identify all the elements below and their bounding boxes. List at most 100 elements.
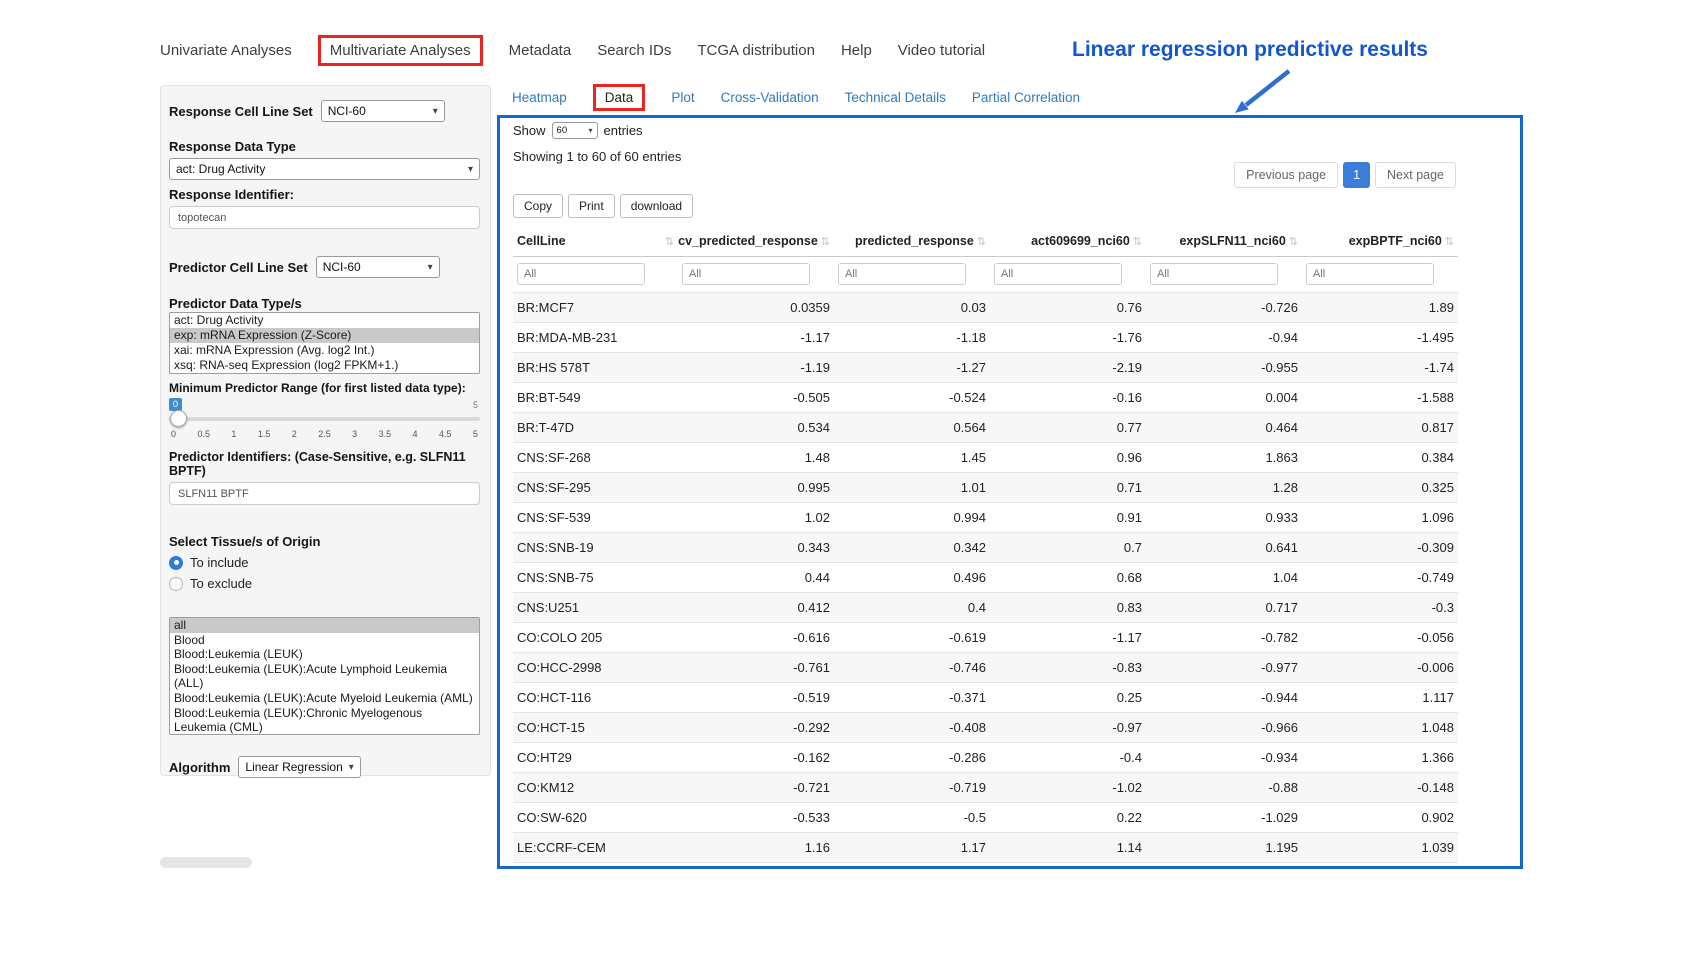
response-cell-line-set-select[interactable]: NCI-60 ▾: [321, 100, 445, 122]
exp-bptf-cell: 0.384: [1302, 443, 1458, 472]
predictor-data-types-list[interactable]: act: Drug Activity exp: mRNA Expression …: [169, 312, 480, 374]
column-header[interactable]: expSLFN11_nci60 ⇅: [1146, 228, 1302, 256]
cell-line-cell: CNS:SF-539: [513, 503, 678, 532]
slider-handle[interactable]: [170, 410, 187, 427]
response-data-type-select[interactable]: act: Drug Activity ▾: [169, 158, 480, 180]
nav-item[interactable]: Video tutorial: [898, 42, 985, 59]
table-row[interactable]: CNS:SF-268 1.48 1.45 0.96 1.863 0.384: [513, 442, 1458, 472]
tissue-list[interactable]: all Blood Blood:Leukemia (LEUK) Blood:Le…: [169, 617, 480, 735]
list-option[interactable]: Blood:Leukemia (LEUK):Chronic Myelogenou…: [170, 706, 479, 735]
tab[interactable]: Plot: [671, 90, 694, 105]
column-header[interactable]: act609699_nci60 ⇅: [990, 228, 1146, 256]
table-row[interactable]: BR:HS 578T -1.19 -1.27 -2.19 -0.955 -1.7…: [513, 352, 1458, 382]
sort-icon[interactable]: ⇅: [1133, 235, 1142, 248]
tab[interactable]: Heatmap: [512, 90, 567, 105]
next-page-button[interactable]: Next page: [1375, 162, 1456, 188]
column-filter-input[interactable]: [838, 263, 966, 285]
copy-button[interactable]: Copy: [513, 194, 563, 218]
slider-track[interactable]: [169, 417, 480, 421]
predictor-cell-line-set-select[interactable]: NCI-60 ▾: [316, 256, 440, 278]
algorithm-label: Algorithm: [169, 760, 230, 775]
cell-line-cell: LE:HL-60(TB): [513, 863, 678, 869]
sort-icon[interactable]: ⇅: [1445, 235, 1454, 248]
table-row[interactable]: CNS:SNB-75 0.44 0.496 0.68 1.04 -0.749: [513, 562, 1458, 592]
table-row[interactable]: CNS:SNB-19 0.343 0.342 0.7 0.641 -0.309: [513, 532, 1458, 562]
list-option[interactable]: Blood:Leukemia (LEUK):Acute Myeloid Leuk…: [170, 691, 479, 706]
list-option[interactable]: all: [170, 618, 479, 633]
predicted-response-cell: -1.18: [834, 323, 990, 352]
nav-item[interactable]: Univariate Analyses: [160, 42, 292, 59]
table-row[interactable]: CO:HCT-15 -0.292 -0.408 -0.97 -0.966 1.0…: [513, 712, 1458, 742]
table-row[interactable]: CO:HCT-116 -0.519 -0.371 0.25 -0.944 1.1…: [513, 682, 1458, 712]
download-button[interactable]: download: [620, 194, 693, 218]
exp-slfn11-cell: -0.966: [1146, 713, 1302, 742]
slider-tick-label: 5: [473, 429, 478, 439]
table-row[interactable]: CO:HCC-2998 -0.761 -0.746 -0.83 -0.977 -…: [513, 652, 1458, 682]
nav-item[interactable]: Search IDs: [597, 42, 671, 59]
column-filter-input[interactable]: [1306, 263, 1434, 285]
exp-slfn11-cell: 1.28: [1146, 473, 1302, 502]
table-row[interactable]: CO:SW-620 -0.533 -0.5 0.22 -1.029 0.902: [513, 802, 1458, 832]
radio-button-icon[interactable]: [169, 556, 183, 570]
cell-line-cell: CO:KM12: [513, 773, 678, 802]
exp-slfn11-cell: -0.782: [1146, 623, 1302, 652]
sort-icon[interactable]: ⇅: [1289, 235, 1298, 248]
sort-icon[interactable]: ⇅: [665, 235, 674, 248]
list-option[interactable]: act: Drug Activity: [170, 313, 479, 328]
table-row[interactable]: CNS:SF-539 1.02 0.994 0.91 0.933 1.096: [513, 502, 1458, 532]
column-filter-input[interactable]: [517, 263, 645, 285]
response-identifier-input[interactable]: [169, 206, 480, 229]
minimum-predictor-range-slider[interactable]: 0 5 00.511.522.533.544.55: [169, 398, 480, 440]
nav-item[interactable]: Metadata: [509, 42, 572, 59]
tab[interactable]: Data: [593, 84, 646, 111]
page-number-button[interactable]: 1: [1343, 162, 1370, 188]
sort-icon[interactable]: ⇅: [821, 235, 830, 248]
column-header[interactable]: predicted_response ⇅: [834, 228, 990, 256]
table-row[interactable]: CNS:U251 0.412 0.4 0.83 0.717 -0.3: [513, 592, 1458, 622]
column-filter-input[interactable]: [1150, 263, 1278, 285]
column-header[interactable]: CellLine ⇅: [513, 228, 678, 256]
column-filter-input[interactable]: [994, 263, 1122, 285]
table-row[interactable]: BR:BT-549 -0.505 -0.524 -0.16 0.004 -1.5…: [513, 382, 1458, 412]
filter-cell: [678, 263, 834, 285]
exp-bptf-cell: 0.325: [1302, 473, 1458, 502]
table-row[interactable]: BR:MDA-MB-231 -1.17 -1.18 -1.76 -0.94 -1…: [513, 322, 1458, 352]
table-row[interactable]: BR:MCF7 0.0359 0.03 0.76 -0.726 1.89: [513, 292, 1458, 322]
print-button[interactable]: Print: [568, 194, 615, 218]
column-header[interactable]: cv_predicted_response ⇅: [678, 228, 834, 256]
algorithm-select[interactable]: Linear Regression ▾: [238, 756, 360, 778]
tissue-origin-radio[interactable]: To exclude: [169, 576, 480, 591]
list-option[interactable]: exp: mRNA Expression (Z-Score): [170, 328, 479, 343]
response-identifier-label: Response Identifier:: [169, 187, 480, 202]
previous-page-button[interactable]: Previous page: [1234, 162, 1338, 188]
table-row[interactable]: LE:CCRF-CEM 1.16 1.17 1.14 1.195 1.039: [513, 832, 1458, 862]
tissue-origin-radio[interactable]: To include: [169, 555, 480, 570]
tab[interactable]: Partial Correlation: [972, 90, 1080, 105]
list-option[interactable]: Blood:Leukemia (LEUK): [170, 647, 479, 662]
list-option[interactable]: Blood:Leukemia (LEUK):Acute Lymphoid Leu…: [170, 662, 479, 691]
sort-icon[interactable]: ⇅: [977, 235, 986, 248]
predicted-response-cell: -0.408: [834, 713, 990, 742]
column-filter-input[interactable]: [682, 263, 810, 285]
nav-item[interactable]: Help: [841, 42, 872, 59]
list-option[interactable]: Blood: [170, 633, 479, 648]
table-row[interactable]: CO:HT29 -0.162 -0.286 -0.4 -0.934 1.366: [513, 742, 1458, 772]
predictor-identifiers-input[interactable]: [169, 482, 480, 505]
list-option[interactable]: xai: mRNA Expression (Avg. log2 Int.): [170, 343, 479, 358]
table-row[interactable]: LE:HL-60(TB) 0.951 0.934 0.68 1.307 0.03…: [513, 862, 1458, 869]
page-length-select[interactable]: 60 ▾: [552, 122, 598, 139]
nav-item[interactable]: Multivariate Analyses: [318, 35, 483, 66]
table-row[interactable]: CNS:SF-295 0.995 1.01 0.71 1.28 0.325: [513, 472, 1458, 502]
tab[interactable]: Cross-Validation: [721, 90, 819, 105]
select-value: NCI-60: [323, 260, 361, 274]
list-option[interactable]: xsq: RNA-seq Expression (log2 FPKM+1.): [170, 358, 479, 373]
predicted-response-cell: 0.4: [834, 593, 990, 622]
table-row[interactable]: BR:T-47D 0.534 0.564 0.77 0.464 0.817: [513, 412, 1458, 442]
table-row[interactable]: CO:KM12 -0.721 -0.719 -1.02 -0.88 -0.148: [513, 772, 1458, 802]
radio-button-icon[interactable]: [169, 577, 183, 591]
tab[interactable]: Technical Details: [845, 90, 946, 105]
slider-tick-label: 1: [231, 429, 236, 439]
table-row[interactable]: CO:COLO 205 -0.616 -0.619 -1.17 -0.782 -…: [513, 622, 1458, 652]
column-header[interactable]: expBPTF_nci60 ⇅: [1302, 228, 1458, 256]
nav-item[interactable]: TCGA distribution: [697, 42, 815, 59]
